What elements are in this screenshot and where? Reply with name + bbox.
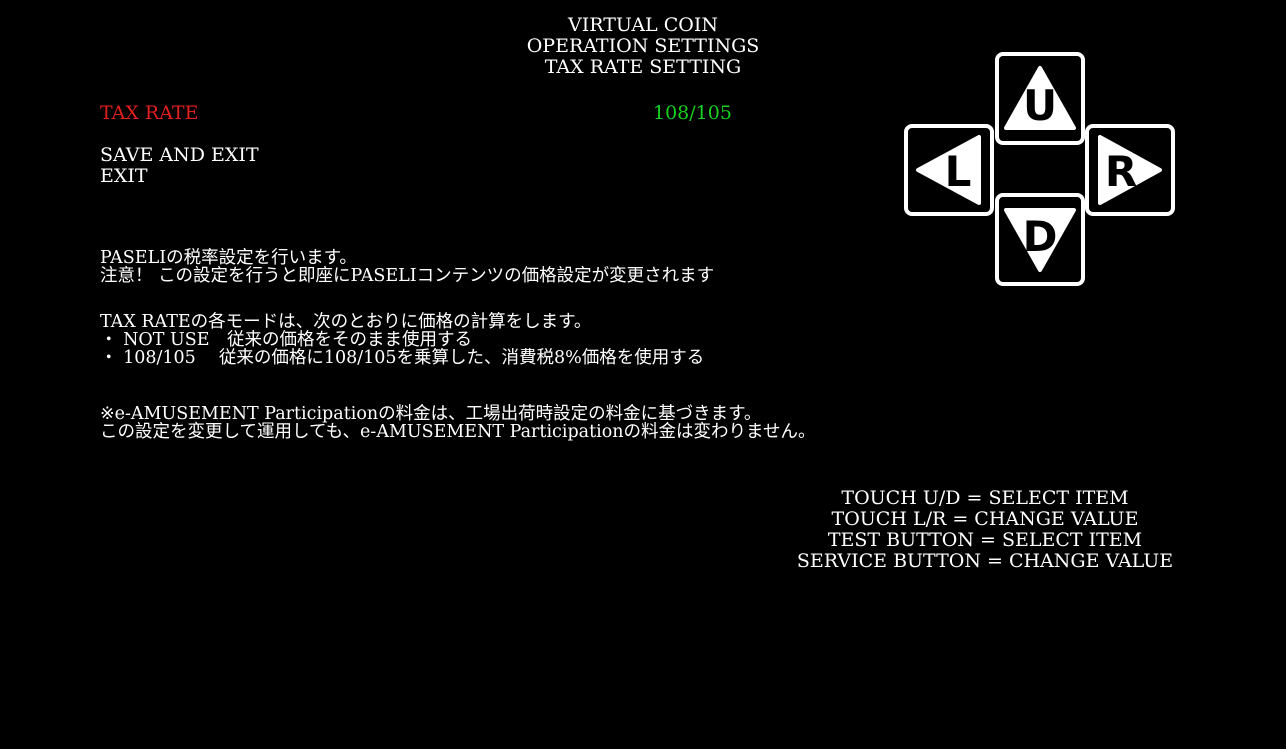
info-mode-description: TAX RATEの各モードは、次のとおりに価格の計算をします。 ・ NOT US… [100,313,704,367]
info-line: 注意！ この設定を行うと即座にPASELIコンテンツの価格設定が変更されます [100,266,715,286]
header-title-operation-settings: OPERATION SETTINGS [526,35,760,57]
menu-item-tax-rate[interactable]: TAX RATE [100,102,198,124]
tax-rate-value[interactable]: 108/105 [653,102,732,124]
dpad-down-button[interactable]: D [995,193,1085,286]
dpad-up-button[interactable]: U [995,52,1085,145]
instruction-touch-ud: TOUCH U/D = SELECT ITEM [841,487,1129,509]
dpad-left-button[interactable]: L [904,124,994,216]
dpad-up-letter: U [1023,81,1057,130]
control-instructions: TOUCH U/D = SELECT ITEM TOUCH L/R = CHAN… [785,488,1185,572]
menu-item-exit[interactable]: EXIT [100,165,148,187]
info-participation-notice: ※e-AMUSEMENT Participationの料金は、工場出荷時設定の料… [100,405,816,441]
dpad-right-letter: R [1105,147,1137,196]
info-line: ・ NOT USE 従来の価格をそのまま使用する [100,330,472,350]
header-title-tax-rate-setting: TAX RATE SETTING [544,56,742,78]
info-line: ・ 108/105 従来の価格に108/105を乗算した、消費税8%価格を使用す… [100,348,705,368]
info-line: この設定を変更して運用しても、e-AMUSEMENT Participation… [100,422,816,442]
dpad-left-letter: L [945,147,972,196]
dpad-right-button[interactable]: R [1085,124,1175,216]
info-paseli-notice: PASELIの税率設定を行います。 注意！ この設定を行うと即座にPASELIコ… [100,249,714,285]
menu-item-save-and-exit[interactable]: SAVE AND EXIT [100,144,259,166]
info-line: TAX RATEの各モードは、次のとおりに価格の計算をします。 [100,312,592,332]
info-line: PASELIの税率設定を行います。 [100,248,357,268]
instruction-test-button: TEST BUTTON = SELECT ITEM [827,529,1143,551]
header-title-virtual-coin: VIRTUAL COIN [568,14,718,36]
instruction-service-button: SERVICE BUTTON = CHANGE VALUE [796,550,1174,572]
screen-header: VIRTUAL COIN OPERATION SETTINGS TAX RATE… [443,15,843,78]
dpad-down-letter: D [1023,212,1058,261]
instruction-touch-lr: TOUCH L/R = CHANGE VALUE [831,508,1139,530]
info-line: ※e-AMUSEMENT Participationの料金は、工場出荷時設定の料… [100,404,762,424]
